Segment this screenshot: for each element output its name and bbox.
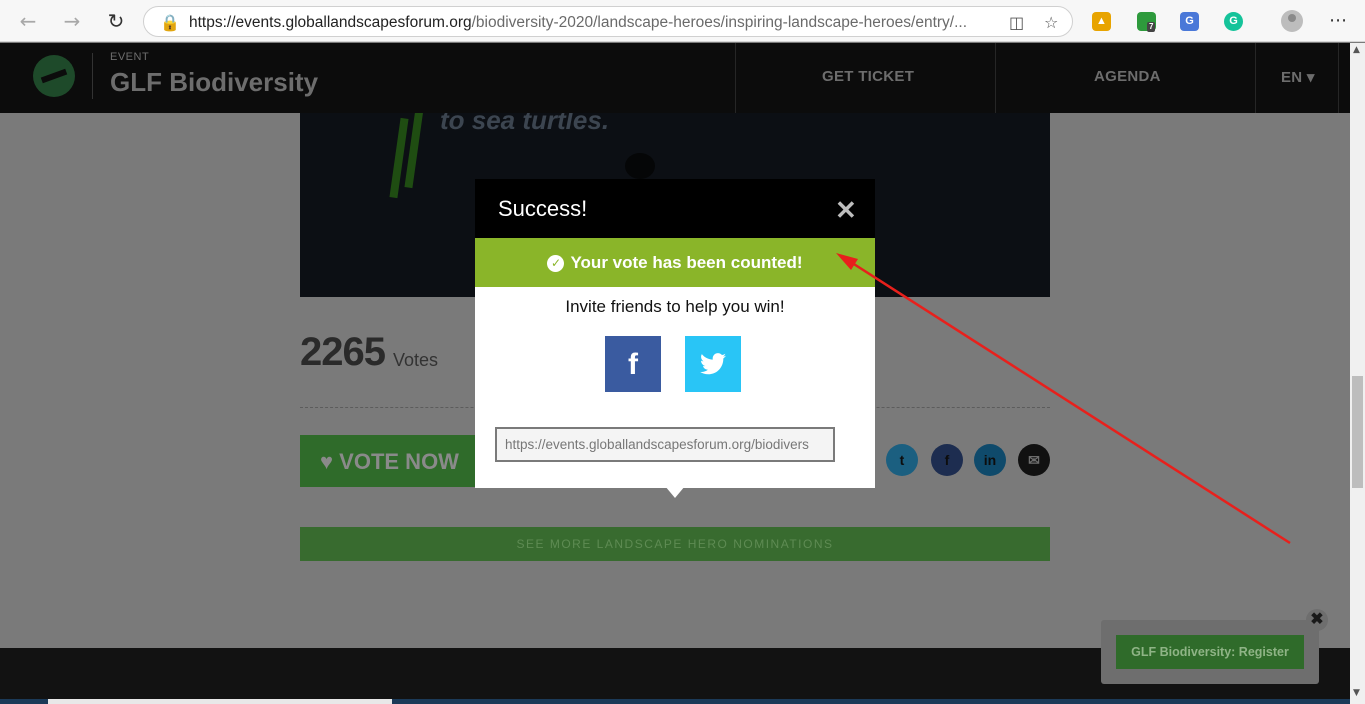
site-header: EVENT GLF Biodiversity GET TICKET AGENDA… [0,43,1350,113]
close-icon[interactable]: ✕ [835,195,857,226]
brave-extension-icon[interactable]: ▲ [1092,12,1111,31]
check-circle-icon: ✓ [547,255,565,272]
scroll-up-icon[interactable]: ▲ [1353,45,1360,55]
url-host: https://events.globallandscapesforum.org [189,14,472,31]
shield-extension-icon[interactable]: 7 [1137,12,1156,32]
address-bar[interactable]: 🔒 https://events.globallandscapesforum.o… [143,6,1073,37]
browser-toolbar: ← → ↻ 🔒 https://events.globallandscapesf… [0,0,1365,42]
vote-counted-banner: ✓ Your vote has been counted! [475,238,875,287]
invite-text: Invite friends to help you win! [565,297,785,316]
extension-badge: 7 [1147,22,1156,32]
glf-logo-icon[interactable] [33,55,75,97]
scrollbar-thumb[interactable] [1352,376,1363,488]
favorite-star-icon[interactable]: ☆ [1044,13,1058,32]
turtle-silhouette [625,153,655,179]
event-label: EVENT [110,51,150,63]
success-modal: Success! ✕ ✓ Your vote has been counted! … [475,179,875,498]
nav-divider [1255,43,1256,113]
taskbar-strip [0,699,1350,704]
language-selector[interactable]: EN ▾ [1281,68,1315,86]
nav-divider [1338,43,1339,113]
reader-view-icon[interactable]: ◫ [1009,13,1024,32]
votes-label: Votes [393,350,439,370]
forward-icon[interactable]: → [60,9,84,33]
logo-divider [92,53,93,99]
vote-count: 2265 [300,330,386,374]
twitter-icon [700,353,726,375]
nav-divider [995,43,996,113]
profile-avatar[interactable] [1281,10,1303,32]
register-popup: GLF Biodiversity: Register [1101,620,1319,684]
register-close-icon[interactable]: ✖ [1306,609,1328,631]
nav-get-ticket[interactable]: GET TICKET [822,68,914,85]
event-title[interactable]: GLF Biodiversity [110,67,318,98]
linkedin-share-icon[interactable]: in [974,444,1006,476]
scroll-down-icon[interactable]: ▼ [1353,688,1360,698]
grammarly-icon[interactable]: G [1224,12,1243,31]
modal-pointer [665,486,685,498]
facebook-share-icon[interactable]: f [931,444,963,476]
facebook-icon: f [628,348,638,381]
refresh-icon[interactable]: ↻ [104,9,128,33]
twitter-share-button[interactable] [685,336,741,392]
url-path: /biodiversity-2020/landscape-heroes/insp… [471,14,968,31]
facebook-share-button[interactable]: f [605,336,661,392]
vote-now-button[interactable]: ♥ VOTE NOW [300,435,480,487]
share-url-input[interactable] [495,427,835,462]
browser-menu-icon[interactable]: ⋯ [1326,9,1350,33]
video-caption: to sea turtles. [440,113,610,135]
url-text[interactable]: https://events.globallandscapesforum.org… [189,14,999,32]
email-share-icon[interactable]: ✉ [1018,444,1050,476]
see-more-nominations-button[interactable]: SEE MORE LANDSCAPE HERO NOMINATIONS [300,527,1050,561]
page-scrollbar[interactable]: ▲ ▼ [1350,43,1365,704]
nav-divider [735,43,736,113]
banner-text: Your vote has been counted! [570,253,803,272]
translate-extension-icon[interactable]: G [1180,12,1199,31]
back-icon[interactable]: ← [16,9,40,33]
modal-header: Success! ✕ [475,179,875,238]
register-button[interactable]: GLF Biodiversity: Register [1116,635,1304,669]
nav-agenda[interactable]: AGENDA [1094,68,1161,85]
modal-title: Success! [498,196,588,221]
twitter-share-icon[interactable]: t [886,444,918,476]
taskbar-window [48,699,392,704]
lock-icon[interactable]: 🔒 [160,13,180,32]
